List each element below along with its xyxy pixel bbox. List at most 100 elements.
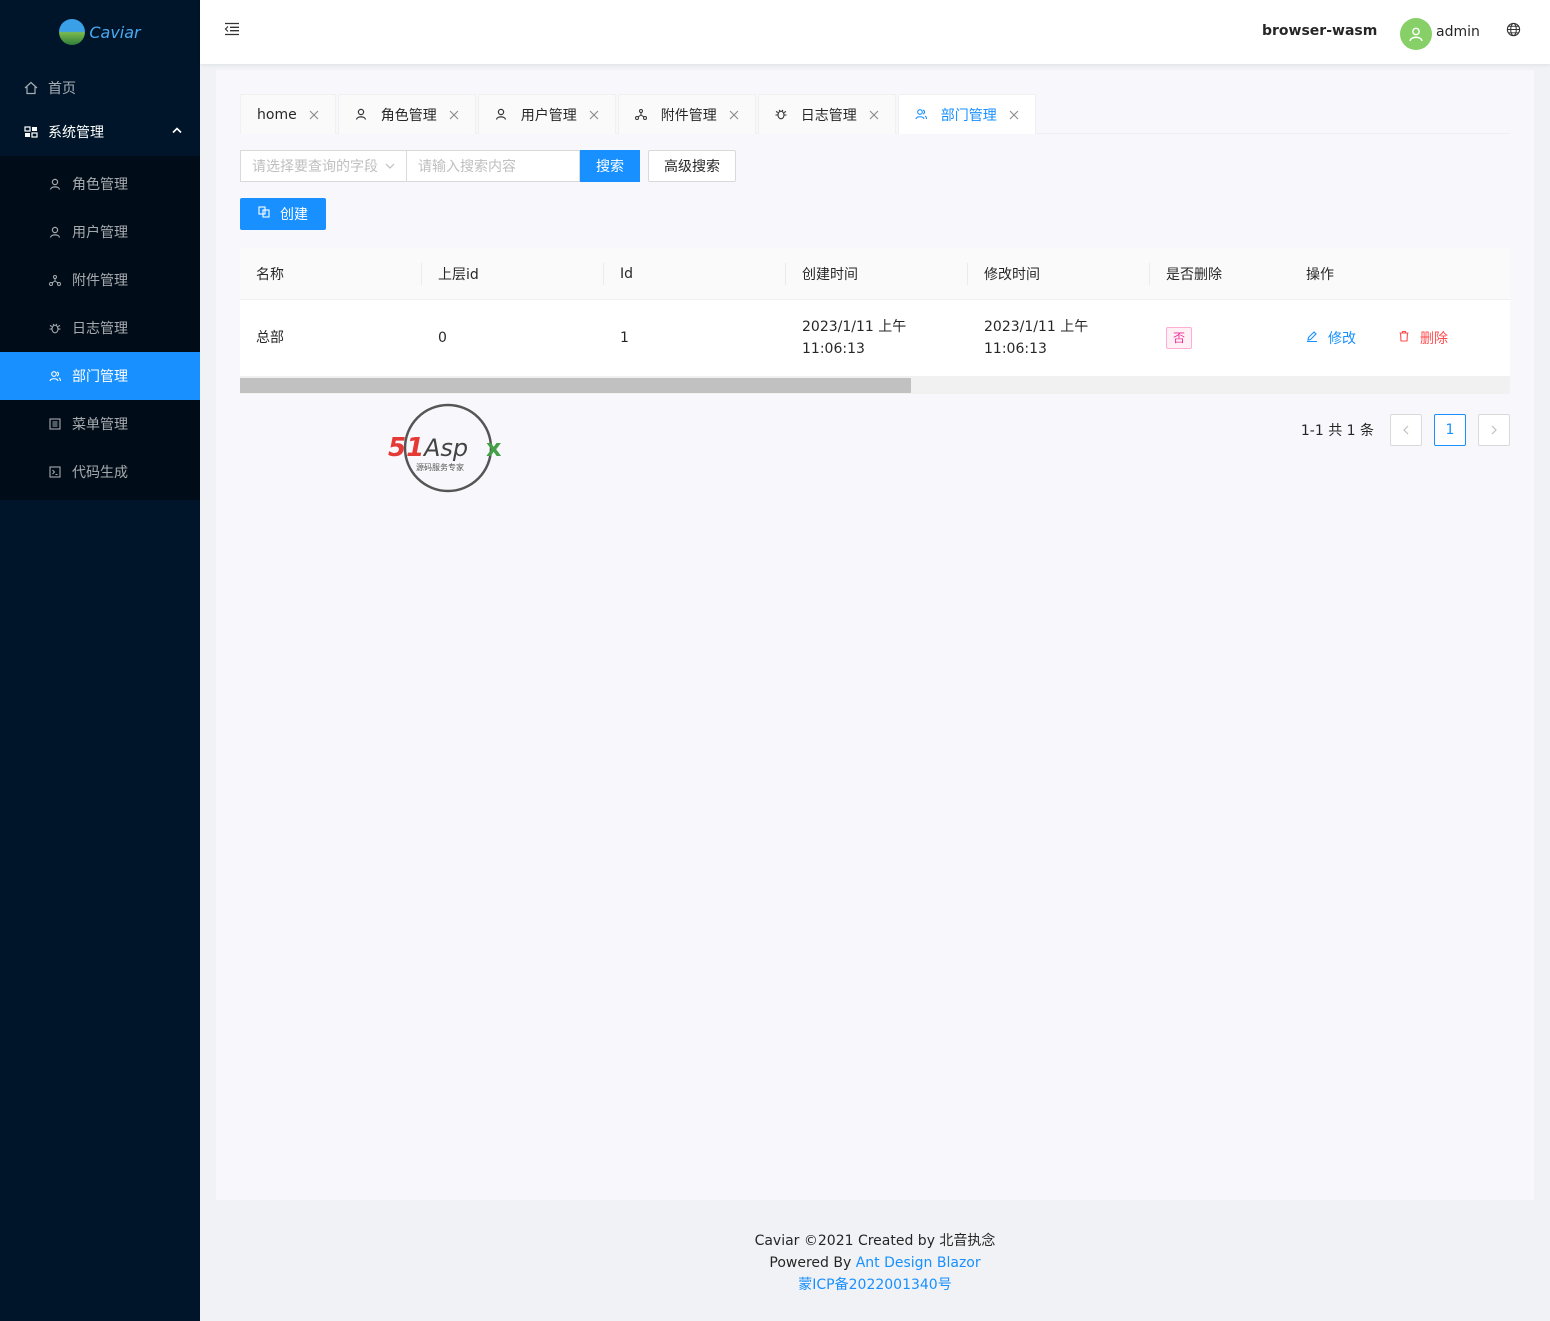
sidebar-item-label: 菜单管理 — [72, 417, 128, 433]
svg-text:Asp: Asp — [422, 434, 468, 462]
sidebar-item-system[interactable]: 系统管理 — [0, 112, 200, 152]
chevron-down-icon — [385, 158, 395, 174]
sidebar-item-roles[interactable]: 角色管理 — [0, 160, 200, 208]
cell-deleted: 否 — [1150, 300, 1290, 376]
tab-label: home — [257, 106, 297, 123]
sidebar-item-label: 系统管理 — [48, 125, 104, 141]
table-row: 总部 0 1 2023/1/11 上午 11:06:13 2023/1/11 上午… — [240, 300, 1510, 377]
sidebar-item-label: 代码生成 — [72, 465, 128, 481]
system-submenu: 角色管理 用户管理 附件管理 日志管理 部门管理 菜单管理 代码生成 — [0, 156, 200, 500]
icp-link[interactable]: 蒙ICP备2022001340号 — [200, 1274, 1550, 1296]
profile-icon — [48, 417, 62, 431]
column-header: Id — [604, 248, 786, 299]
column-header: 名称 — [240, 248, 422, 299]
powered-link[interactable]: Ant Design Blazor — [856, 1255, 981, 1271]
tab-users[interactable]: 用户管理 — [477, 94, 616, 134]
header: browser-wasm admin — [200, 0, 1550, 64]
chevron-up-icon — [172, 127, 182, 138]
sidebar-item-label: 部门管理 — [72, 369, 128, 385]
cell-created: 2023/1/11 上午 11:06:13 — [802, 319, 907, 357]
tab-departments[interactable]: 部门管理 — [897, 94, 1036, 134]
column-header: 上层id — [422, 248, 604, 299]
user-icon — [355, 108, 369, 122]
select-placeholder: 请选择要查询的字段 — [252, 159, 378, 175]
sidebar-item-codegen[interactable]: 代码生成 — [0, 448, 200, 496]
global-icon[interactable] — [1506, 22, 1522, 38]
apartment-icon — [48, 273, 62, 287]
prev-page-button[interactable] — [1390, 414, 1422, 446]
team-icon — [915, 108, 929, 122]
edit-icon — [1306, 330, 1318, 346]
sidebar-item-attachments[interactable]: 附件管理 — [0, 256, 200, 304]
cell-name: 总部 — [256, 330, 284, 346]
sidebar-item-label: 用户管理 — [72, 225, 128, 241]
close-icon[interactable] — [869, 110, 879, 120]
close-icon[interactable] — [449, 110, 459, 120]
column-header: 是否删除 — [1166, 266, 1222, 283]
sidebar-item-menus[interactable]: 菜单管理 — [0, 400, 200, 448]
chevron-right-icon — [1491, 425, 1497, 435]
sidebar-item-users[interactable]: 用户管理 — [0, 208, 200, 256]
close-icon[interactable] — [589, 110, 599, 120]
footer-powered: Powered By Ant Design Blazor — [769, 1255, 981, 1271]
code-icon — [48, 465, 62, 479]
input-placeholder: 请输入搜索内容 — [418, 159, 516, 175]
delete-button[interactable]: 删除 — [1398, 328, 1448, 348]
cell-modified: 2023/1/11 上午 11:06:13 — [984, 319, 1089, 357]
create-button[interactable]: 创建 — [240, 198, 326, 230]
close-icon[interactable] — [1009, 110, 1019, 120]
tab-attachments[interactable]: 附件管理 — [617, 94, 756, 134]
table-header: 名称 上层id Id 创建时间 修改时间 是否删除 操作 — [240, 248, 1510, 300]
tab-home[interactable]: home — [240, 94, 336, 134]
delete-icon — [1398, 330, 1410, 346]
department-table: 名称 上层id Id 创建时间 修改时间 是否删除 操作 总部 0 1 2023… — [240, 248, 1510, 394]
advanced-search-button[interactable]: 高级搜索 — [648, 150, 736, 182]
column-header: 修改时间 — [968, 248, 1150, 299]
menu-fold-icon[interactable] — [224, 22, 242, 40]
status-badge: 否 — [1166, 327, 1193, 349]
user-name[interactable]: admin — [1436, 24, 1480, 40]
sidebar-item-departments[interactable]: 部门管理 — [0, 352, 200, 400]
caviar-logo-icon — [59, 19, 86, 45]
footer: Caviar ©2021 Created by 北音执念 Powered By … — [200, 1200, 1550, 1321]
search-field-select[interactable]: 请选择要查询的字段 — [240, 150, 407, 182]
user-icon — [495, 108, 509, 122]
close-icon[interactable] — [309, 110, 319, 120]
create-label: 创建 — [280, 207, 308, 223]
search-bar: 请选择要查询的字段 请输入搜索内容 搜索 高级搜索 — [240, 150, 736, 182]
search-button[interactable]: 搜索 — [580, 150, 640, 182]
avatar[interactable] — [1400, 18, 1432, 50]
user-icon — [1409, 27, 1423, 42]
page-tabs: home 角色管理 用户管理 附件管理 日志管理 部门管理 — [240, 94, 1510, 134]
svg-text:源码服务专家: 源码服务专家 — [416, 462, 464, 472]
pagination: 1-1 共 1 条 1 — [1301, 414, 1510, 446]
home-icon — [24, 81, 38, 95]
sidebar-item-logs[interactable]: 日志管理 — [0, 304, 200, 352]
tab-logs[interactable]: 日志管理 — [757, 94, 896, 134]
logo[interactable]: Caviar — [0, 0, 200, 64]
next-page-button[interactable] — [1478, 414, 1510, 446]
tab-label: 用户管理 — [520, 107, 577, 124]
logo-text: Caviar — [89, 22, 141, 42]
edit-button[interactable]: 修改 — [1306, 328, 1356, 348]
horizontal-scrollbar[interactable] — [240, 377, 1510, 394]
sidebar-item-home[interactable]: 首页 — [0, 68, 200, 108]
tab-label: 部门管理 — [940, 107, 997, 124]
page-button[interactable]: 1 — [1434, 414, 1466, 446]
search-input[interactable]: 请输入搜索内容 — [407, 150, 580, 182]
tab-roles[interactable]: 角色管理 — [337, 94, 476, 134]
appstore-icon — [24, 125, 38, 139]
team-icon — [48, 369, 62, 383]
chevron-left-icon — [1403, 425, 1409, 435]
tab-label: 日志管理 — [800, 107, 857, 124]
tab-label: 角色管理 — [380, 107, 437, 124]
scrollbar-thumb[interactable] — [240, 378, 911, 393]
close-icon[interactable] — [729, 110, 739, 120]
cell-actions: 修改 删除 — [1290, 300, 1510, 376]
user-icon — [48, 177, 62, 191]
bug-icon — [775, 108, 789, 122]
main-content: home 角色管理 用户管理 附件管理 日志管理 部门管理 请选择要查询的字段 … — [216, 70, 1534, 1200]
svg-text:51: 51 — [388, 433, 424, 463]
footer-copyright: Caviar ©2021 Created by 北音执念 — [754, 1233, 996, 1249]
column-header: 操作 — [1306, 266, 1334, 283]
